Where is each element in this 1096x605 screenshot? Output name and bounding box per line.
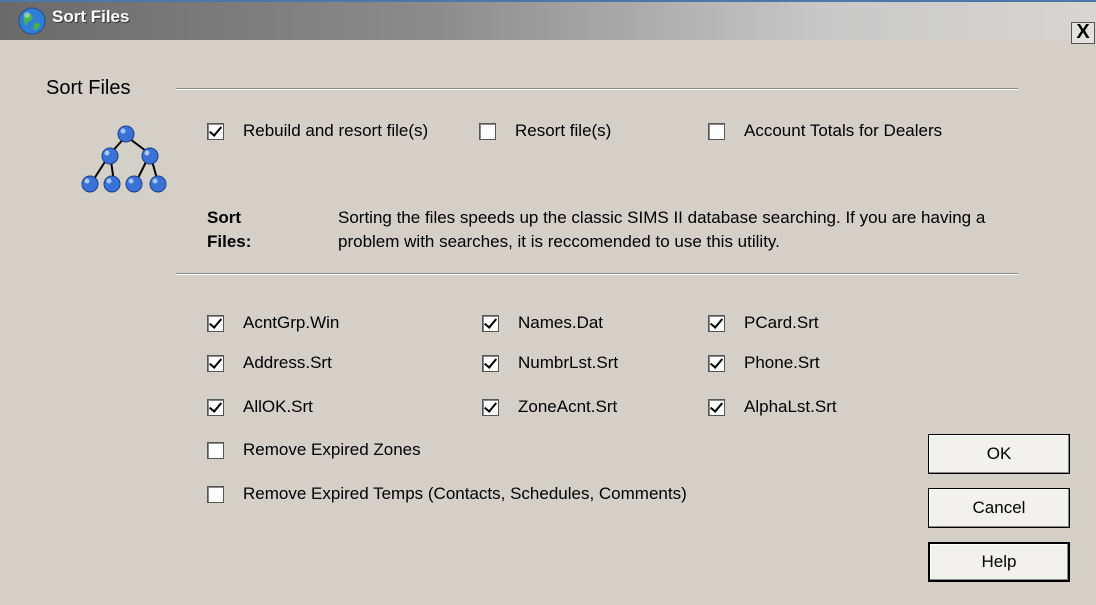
divider-top: [176, 88, 1018, 90]
checkbox-resort[interactable]: Resort file(s): [479, 121, 611, 141]
checkbox-box[interactable]: [479, 122, 496, 140]
globe-icon: [18, 7, 46, 35]
checkbox-box[interactable]: [482, 354, 499, 372]
checkbox-box[interactable]: [207, 398, 224, 416]
checkbox-box[interactable]: [482, 398, 499, 416]
help-button[interactable]: Help: [928, 542, 1070, 582]
checkbox-allok-srt[interactable]: AllOK.Srt: [207, 397, 313, 417]
checkbox-address-srt[interactable]: Address.Srt: [207, 353, 332, 373]
checkbox-box[interactable]: [207, 354, 224, 372]
checkbox-remove-expired-zones[interactable]: Remove Expired Zones: [207, 440, 421, 460]
checkbox-label: Account Totals for Dealers: [744, 121, 943, 140]
checkbox-remove-expired-temps[interactable]: Remove Expired Temps (Contacts, Schedule…: [207, 484, 687, 504]
window-title: Sort Files: [52, 7, 130, 26]
checkbox-zoneacnt-srt[interactable]: ZoneAcnt.Srt: [482, 397, 617, 417]
cancel-button[interactable]: Cancel: [928, 488, 1070, 528]
checkbox-label: ZoneAcnt.Srt: [518, 397, 618, 416]
checkbox-label: Resort file(s): [515, 121, 612, 140]
checkbox-alphalst-srt[interactable]: AlphaLst.Srt: [708, 397, 837, 417]
checkbox-box[interactable]: [708, 314, 725, 332]
close-icon: X: [1076, 21, 1090, 43]
checkbox-label: Remove Expired Temps (Contacts, Schedule…: [243, 484, 687, 503]
description-label: Sort Files:: [207, 208, 252, 251]
group-title: Sort Files: [46, 77, 131, 99]
checkbox-names-dat[interactable]: Names.Dat: [482, 313, 603, 333]
checkbox-account-totals[interactable]: Account Totals for Dealers: [708, 121, 942, 141]
description-text: Sorting the files speeds up the classic …: [338, 208, 986, 251]
checkbox-label: PCard.Srt: [744, 313, 819, 332]
checkbox-label: Address.Srt: [243, 353, 332, 372]
checkbox-box[interactable]: [207, 485, 224, 503]
checkbox-box[interactable]: [207, 122, 224, 140]
checkbox-label: AllOK.Srt: [243, 397, 313, 416]
checkbox-box[interactable]: [482, 314, 499, 332]
checkbox-box[interactable]: [708, 122, 725, 140]
divider-middle: [176, 273, 1018, 275]
checkbox-pcard-srt[interactable]: PCard.Srt: [708, 313, 819, 333]
checkbox-box[interactable]: [207, 314, 224, 332]
checkbox-box[interactable]: [708, 398, 725, 416]
checkbox-label: AlphaLst.Srt: [744, 397, 837, 416]
checkbox-label: Rebuild and resort file(s): [243, 121, 429, 140]
title-bar[interactable]: Sort Files X: [0, 0, 1096, 44]
checkbox-label: AcntGrp.Win: [243, 313, 340, 332]
checkbox-label: NumbrLst.Srt: [518, 353, 619, 372]
checkbox-box[interactable]: [708, 354, 725, 372]
checkbox-label: Names.Dat: [518, 313, 604, 332]
checkbox-phone-srt[interactable]: Phone.Srt: [708, 353, 820, 373]
ok-button[interactable]: OK: [928, 434, 1070, 474]
tree-hierarchy-icon: [81, 125, 167, 193]
checkbox-acntgrp-win[interactable]: AcntGrp.Win: [207, 313, 339, 333]
checkbox-numbrlst-srt[interactable]: NumbrLst.Srt: [482, 353, 618, 373]
checkbox-label: Remove Expired Zones: [243, 440, 421, 459]
checkbox-rebuild-resort[interactable]: Rebuild and resort file(s): [207, 121, 428, 141]
checkbox-box[interactable]: [207, 441, 224, 459]
checkbox-label: Phone.Srt: [744, 353, 820, 372]
close-button[interactable]: X: [1071, 22, 1095, 44]
